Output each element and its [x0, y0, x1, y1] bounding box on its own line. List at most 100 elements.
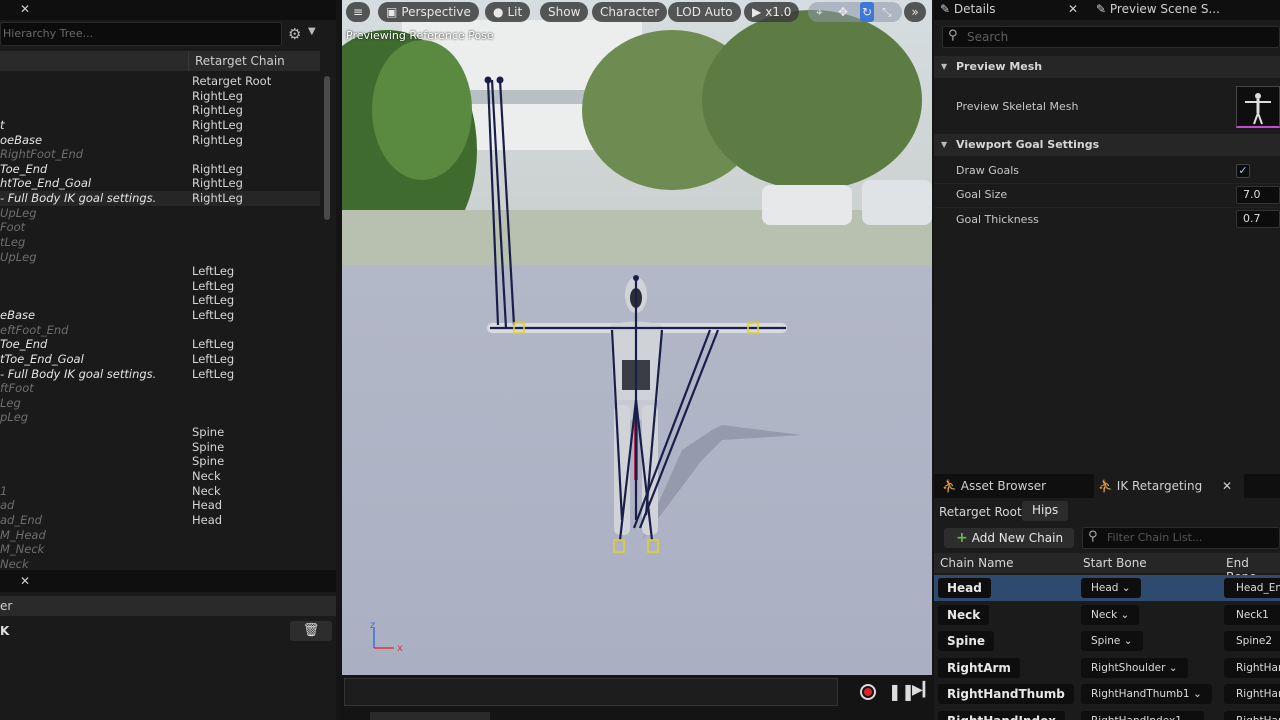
preview-viewport[interactable]: z x ≡ ▣ Perspective ● Lit Show Character L… — [342, 0, 932, 675]
gear-icon[interactable]: ⚙ — [288, 25, 301, 43]
hierarchy-search-input[interactable]: Hierarchy Tree... — [0, 22, 282, 46]
goal-thickness-input[interactable]: 0.7 — [1236, 210, 1280, 228]
close-icon[interactable]: ✕ — [1068, 2, 1078, 16]
table-row[interactable]: ad Head — [0, 498, 320, 513]
table-row[interactable]: - Full Body IK goal settings. RightLeg — [0, 191, 320, 206]
tab-preview-scene[interactable]: ✎ Preview Scene S... — [1096, 2, 1220, 16]
start-bone-dropdown[interactable]: RightHandThumb1 ⌄ — [1081, 684, 1212, 704]
start-bone-dropdown[interactable]: RightShoulder ⌄ — [1081, 657, 1188, 678]
start-bone-dropdown[interactable]: Head ⌄ — [1081, 578, 1141, 598]
end-bone-dropdown[interactable]: RightHand — [1224, 657, 1280, 678]
chevron-down-icon[interactable]: ▼ — [308, 26, 316, 37]
table-row[interactable]: ftFoot — [0, 381, 320, 396]
table-row[interactable]: Toe_End LeftLeg — [0, 337, 320, 352]
table-row[interactable]: eBase LeftLeg — [0, 308, 320, 323]
table-row[interactable]: Head Head ⌄ Head_End — [934, 575, 1280, 601]
timeline-scrubber[interactable] — [344, 678, 838, 706]
table-row[interactable]: LeftLeg — [0, 293, 320, 308]
show-button[interactable]: Show — [540, 2, 589, 22]
chain-name-field[interactable]: RightHandIndex — [938, 710, 1065, 720]
table-row[interactable]: Neck Neck ⌄ Neck1 — [934, 602, 1280, 628]
chain-name-field[interactable]: Neck — [938, 604, 990, 625]
end-bone-dropdown[interactable]: RightHand — [1224, 710, 1280, 720]
start-bone-dropdown[interactable]: RightHandIndex1 ⌄ — [1081, 710, 1205, 720]
end-bone-dropdown[interactable]: RightHand — [1224, 684, 1280, 704]
viewport-menu-button[interactable]: ≡ — [346, 2, 370, 22]
step-forward-button[interactable]: ▶▎ — [912, 682, 934, 698]
table-row[interactable]: Retarget Root — [0, 74, 320, 89]
draw-goals-checkbox[interactable]: ✓ — [1236, 164, 1250, 178]
chain-name-field[interactable]: Head — [938, 578, 991, 598]
table-row[interactable]: t RightLeg — [0, 118, 320, 133]
scale-icon[interactable]: ⤡ — [882, 2, 892, 22]
chain-name-field[interactable]: RightHandThumb — [938, 684, 1074, 704]
table-row[interactable]: UpLeg — [0, 206, 320, 221]
tab-details[interactable]: ✎ Details — [940, 2, 996, 16]
end-bone-dropdown[interactable]: Spine2 — [1224, 631, 1280, 651]
table-row[interactable]: UpLeg — [0, 250, 320, 265]
end-bone-dropdown[interactable]: Head_End — [1224, 578, 1280, 598]
chain-name-field[interactable]: Spine — [938, 631, 995, 651]
table-row[interactable]: Spine — [0, 454, 320, 469]
hierarchy-scrollbar[interactable] — [324, 76, 330, 220]
skeletal-mesh-thumbnail[interactable] — [1236, 86, 1280, 128]
retarget-root-value[interactable]: Hips — [1022, 501, 1069, 521]
perspective-button[interactable]: ▣ Perspective — [378, 2, 479, 22]
table-row[interactable]: Spine — [0, 440, 320, 455]
end-bone-dropdown[interactable]: Neck1 — [1224, 604, 1280, 625]
table-row[interactable]: Toe_End RightLeg — [0, 162, 320, 177]
retarget-chain-column[interactable]: Retarget Chain — [195, 54, 285, 68]
table-row[interactable]: tToe_End_Goal LeftLeg — [0, 352, 320, 367]
pause-button[interactable]: ❚❚ — [888, 682, 915, 701]
start-bone-dropdown[interactable]: Spine ⌄ — [1081, 631, 1143, 651]
chain-name-field[interactable]: RightArm — [938, 657, 1020, 678]
table-row[interactable]: ad_End Head — [0, 513, 320, 528]
move-icon[interactable]: ✥ — [838, 2, 848, 22]
category-preview-mesh[interactable]: ▼ Preview Mesh — [934, 56, 1280, 78]
table-row[interactable]: RightHandThumb RightHandThumb1 ⌄ RightHand — [934, 681, 1280, 707]
table-row[interactable]: RightArm RightShoulder ⌄ RightHand — [934, 655, 1280, 681]
close-icon[interactable]: ✕ — [1222, 479, 1232, 493]
lit-button[interactable]: ● Lit — [485, 2, 531, 22]
close-icon[interactable]: ✕ — [20, 574, 30, 588]
table-row[interactable]: RightHandIndex RightHandIndex1 ⌄ RightHand — [934, 708, 1280, 720]
add-new-chain-button[interactable]: + Add New Chain — [944, 528, 1074, 548]
character-button[interactable]: Character — [592, 2, 668, 22]
viewport-scene[interactable]: z x — [342, 0, 932, 675]
playback-speed-button[interactable]: ▶ x1.0 — [744, 2, 800, 22]
more-options-button[interactable]: » — [904, 2, 926, 22]
close-icon[interactable]: ✕ — [20, 2, 30, 16]
table-row[interactable]: Spine Spine ⌄ Spine2 — [934, 628, 1280, 654]
table-row[interactable]: Leg — [0, 396, 320, 411]
tab-asset-browser[interactable]: ⛹ Asset Browser — [942, 479, 1046, 493]
transform-tools[interactable]: ⌖ ✥ ↻ ⤡ — [808, 2, 902, 22]
table-row[interactable]: LeftLeg — [0, 264, 320, 279]
goal-size-input[interactable]: 7.0 — [1236, 186, 1280, 204]
lod-button[interactable]: LOD Auto — [668, 2, 741, 22]
table-row[interactable]: tLeg — [0, 235, 320, 250]
table-row[interactable]: Spine — [0, 425, 320, 440]
select-icon[interactable]: ⌖ — [816, 2, 823, 22]
table-row[interactable]: LeftLeg — [0, 279, 320, 294]
filter-chain-input[interactable]: ⚲ Filter Chain List... — [1082, 527, 1280, 549]
record-button[interactable] — [860, 684, 876, 700]
list-item[interactable]: K — [0, 624, 9, 638]
table-row[interactable]: M_Neck — [0, 542, 320, 557]
bottom-tab[interactable] — [370, 712, 490, 720]
table-row[interactable]: RightLeg — [0, 103, 320, 118]
tab-ik-retargeting[interactable]: ⛹ IK Retargeting ✕ — [1094, 474, 1244, 498]
table-row[interactable]: pLeg — [0, 410, 320, 425]
table-row[interactable]: RightLeg — [0, 89, 320, 104]
details-search-input[interactable]: ⚲ Search — [942, 26, 1280, 48]
table-row[interactable]: Neck — [0, 469, 320, 484]
category-viewport-goal-settings[interactable]: ▼ Viewport Goal Settings — [934, 134, 1280, 156]
table-row[interactable]: 1 Neck — [0, 484, 320, 499]
table-row[interactable]: RightFoot_End — [0, 147, 320, 162]
table-row[interactable]: - Full Body IK goal settings. LeftLeg — [0, 367, 320, 382]
column-chain-name[interactable]: Chain Name — [940, 556, 1014, 570]
table-row[interactable]: oeBase RightLeg — [0, 133, 320, 148]
delete-button[interactable]: 🗑 — [290, 621, 332, 641]
table-row[interactable]: M_Head — [0, 528, 320, 543]
table-row[interactable]: eftFoot_End — [0, 323, 320, 338]
start-bone-dropdown[interactable]: Neck ⌄ — [1081, 604, 1140, 625]
